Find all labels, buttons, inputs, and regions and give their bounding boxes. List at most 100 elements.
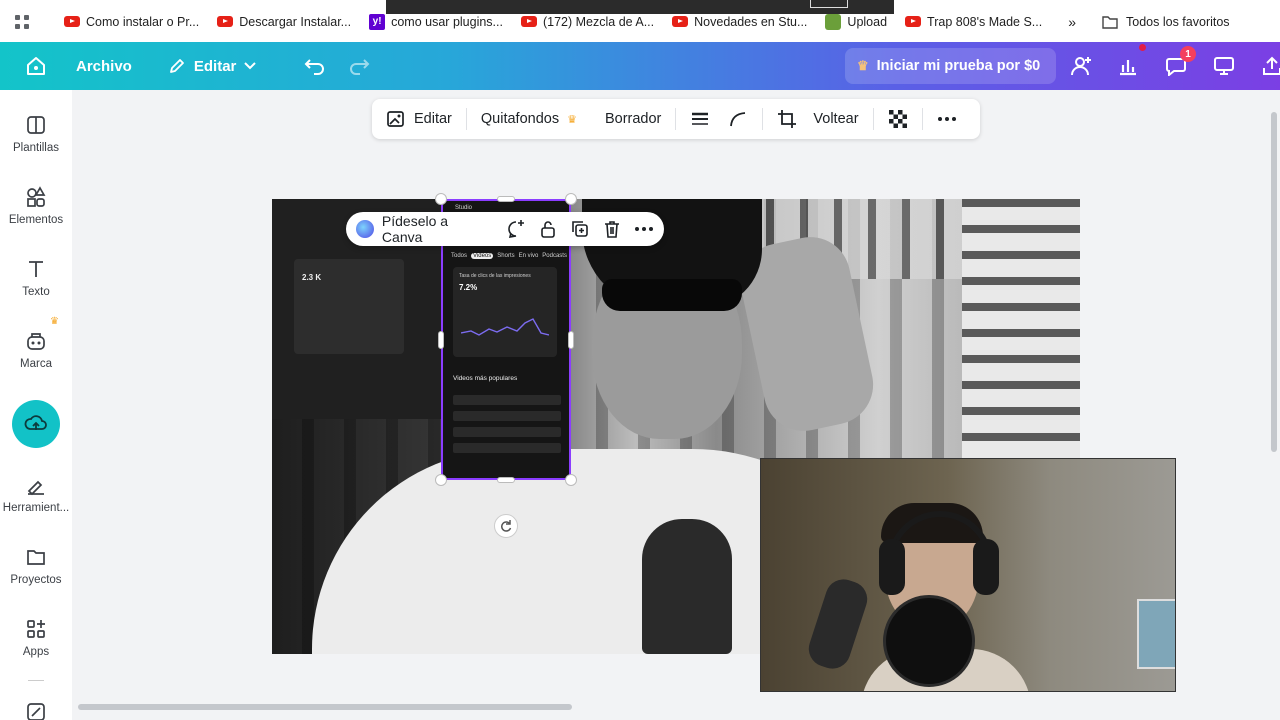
youtube-icon [672, 16, 689, 27]
transparency-icon [888, 110, 907, 128]
sidebar-item-projects[interactable]: Proyectos [0, 546, 72, 586]
border-lines-icon [692, 112, 709, 125]
pop-filter [883, 595, 975, 687]
background-building [962, 199, 1080, 459]
sidebar-item-apps[interactable]: Apps [0, 618, 72, 658]
pencil-icon [169, 59, 184, 73]
video-row [453, 395, 561, 405]
rotate-handle[interactable] [494, 514, 518, 538]
resize-handle[interactable] [435, 193, 447, 205]
crop-button[interactable] [763, 99, 811, 139]
magic-icon [27, 703, 45, 720]
more-bookmarks-button[interactable]: » [1068, 14, 1076, 30]
resize-handle[interactable] [497, 196, 515, 202]
screen-share-frame [810, 0, 848, 8]
duplicate-icon[interactable] [570, 219, 590, 239]
all-favorites-folder[interactable]: Todos los favoritos [1102, 15, 1230, 29]
edit-menu[interactable]: Editar [168, 57, 257, 75]
bookmark-item[interactable]: y! como usar plugins... [369, 13, 503, 30]
youtube-icon [520, 16, 537, 27]
crown-icon: ♛ [567, 113, 577, 126]
headphones-cup [879, 539, 905, 595]
ask-canva-button[interactable]: Pídeselo a Canva [382, 213, 492, 245]
resize-handle[interactable] [565, 474, 577, 486]
share-people-icon[interactable] [1066, 52, 1094, 80]
resize-handle[interactable] [565, 193, 577, 205]
bookmark-item[interactable]: Novedades en Stu... [672, 15, 807, 29]
corner-radius-icon [730, 112, 746, 127]
analytics-icon[interactable] [1114, 52, 1142, 80]
more-horizontal-icon[interactable] [634, 219, 654, 239]
redo-icon[interactable] [348, 57, 370, 75]
video-row [453, 411, 561, 421]
tools-icon [27, 480, 44, 496]
comments-icon[interactable]: 1 [1162, 46, 1196, 80]
folder-icon [1102, 15, 1118, 29]
transparency-button[interactable] [874, 99, 922, 139]
vertical-scrollbar[interactable] [1271, 112, 1277, 452]
horizontal-scrollbar[interactable] [78, 704, 572, 710]
bookmark-item[interactable]: Trap 808's Made S... [905, 15, 1042, 29]
flip-button[interactable]: Voltear [811, 99, 872, 139]
home-icon [27, 57, 45, 75]
crown-icon: ♛ [50, 316, 59, 327]
element-context-toolbar: Pídeselo a Canva [346, 212, 664, 246]
apps-grid-icon[interactable] [0, 14, 44, 30]
bookmark-item[interactable]: (172) Mezcla de A... [520, 15, 654, 29]
undo-icon[interactable] [304, 57, 326, 75]
more-options-button[interactable] [923, 99, 971, 139]
video-row [453, 427, 561, 437]
sidebar-item-magic[interactable] [0, 702, 72, 720]
editor-header: Archivo Editar ♛ Iniciar mi prueba por $… [0, 42, 1280, 90]
resize-handle[interactable] [568, 331, 574, 349]
upload-button[interactable] [12, 400, 60, 448]
youtube-icon [217, 16, 234, 27]
border-style-button[interactable] [676, 99, 724, 139]
sidebar-item-elements[interactable]: Elementos [0, 186, 72, 226]
video-row [453, 443, 561, 453]
edit-image-button[interactable]: Editar [372, 99, 466, 139]
sidebar-item-tools[interactable]: Herramient... [0, 474, 72, 514]
sidebar-divider [28, 680, 44, 681]
eraser-button[interactable]: Borrador [591, 99, 675, 139]
crown-icon: ♛ [857, 58, 869, 73]
chevron-down-icon [244, 62, 257, 70]
add-comment-icon[interactable] [506, 219, 526, 239]
folder-icon [27, 550, 45, 565]
sidebar-item-templates[interactable]: Plantillas [0, 114, 72, 154]
resize-handle[interactable] [497, 477, 515, 483]
sidebar-item-brand[interactable]: Marca [0, 330, 72, 370]
bookmark-item[interactable]: Descargar Instalar... [217, 15, 351, 29]
apps-icon [27, 620, 45, 638]
image-edit-icon [387, 111, 404, 127]
screenshot-panel: 2.3 K [294, 259, 404, 354]
present-icon[interactable] [1210, 52, 1238, 80]
photo-sunglasses [602, 279, 742, 311]
more-horizontal-icon [937, 117, 956, 121]
resize-handle[interactable] [435, 474, 447, 486]
bookmark-item[interactable]: Upload [825, 13, 887, 30]
share-upload-icon[interactable] [1258, 52, 1280, 80]
sidebar-item-text[interactable]: Texto [0, 258, 72, 298]
file-menu[interactable]: Archivo [76, 58, 132, 75]
bookmark-item[interactable]: Como instalar o Pr... [64, 15, 199, 29]
webcam-overlay [760, 458, 1176, 692]
phone-tabs: Todos Videos Shorts En vivo Podcasts [451, 253, 567, 259]
wall-picture [1137, 599, 1175, 669]
left-sidebar: Plantillas Elementos Texto ♛ Marca Herra… [0, 90, 72, 720]
youtube-icon [64, 16, 80, 27]
trash-icon[interactable] [602, 219, 622, 239]
crop-icon [778, 110, 797, 128]
lock-icon[interactable] [538, 219, 558, 239]
home-button[interactable] [18, 48, 54, 84]
corner-radius-button[interactable] [724, 99, 762, 139]
resize-handle[interactable] [438, 331, 444, 349]
elements-icon [27, 186, 46, 207]
canva-ai-icon [356, 220, 374, 238]
youtube-icon [905, 16, 922, 27]
notification-dot [1139, 44, 1146, 51]
headphones-cup [973, 539, 999, 595]
yahoo-icon: y! [369, 13, 386, 30]
remove-background-button[interactable]: Quitafondos ♛ [467, 99, 591, 139]
start-trial-button[interactable]: ♛ Iniciar mi prueba por $0 [845, 48, 1057, 84]
